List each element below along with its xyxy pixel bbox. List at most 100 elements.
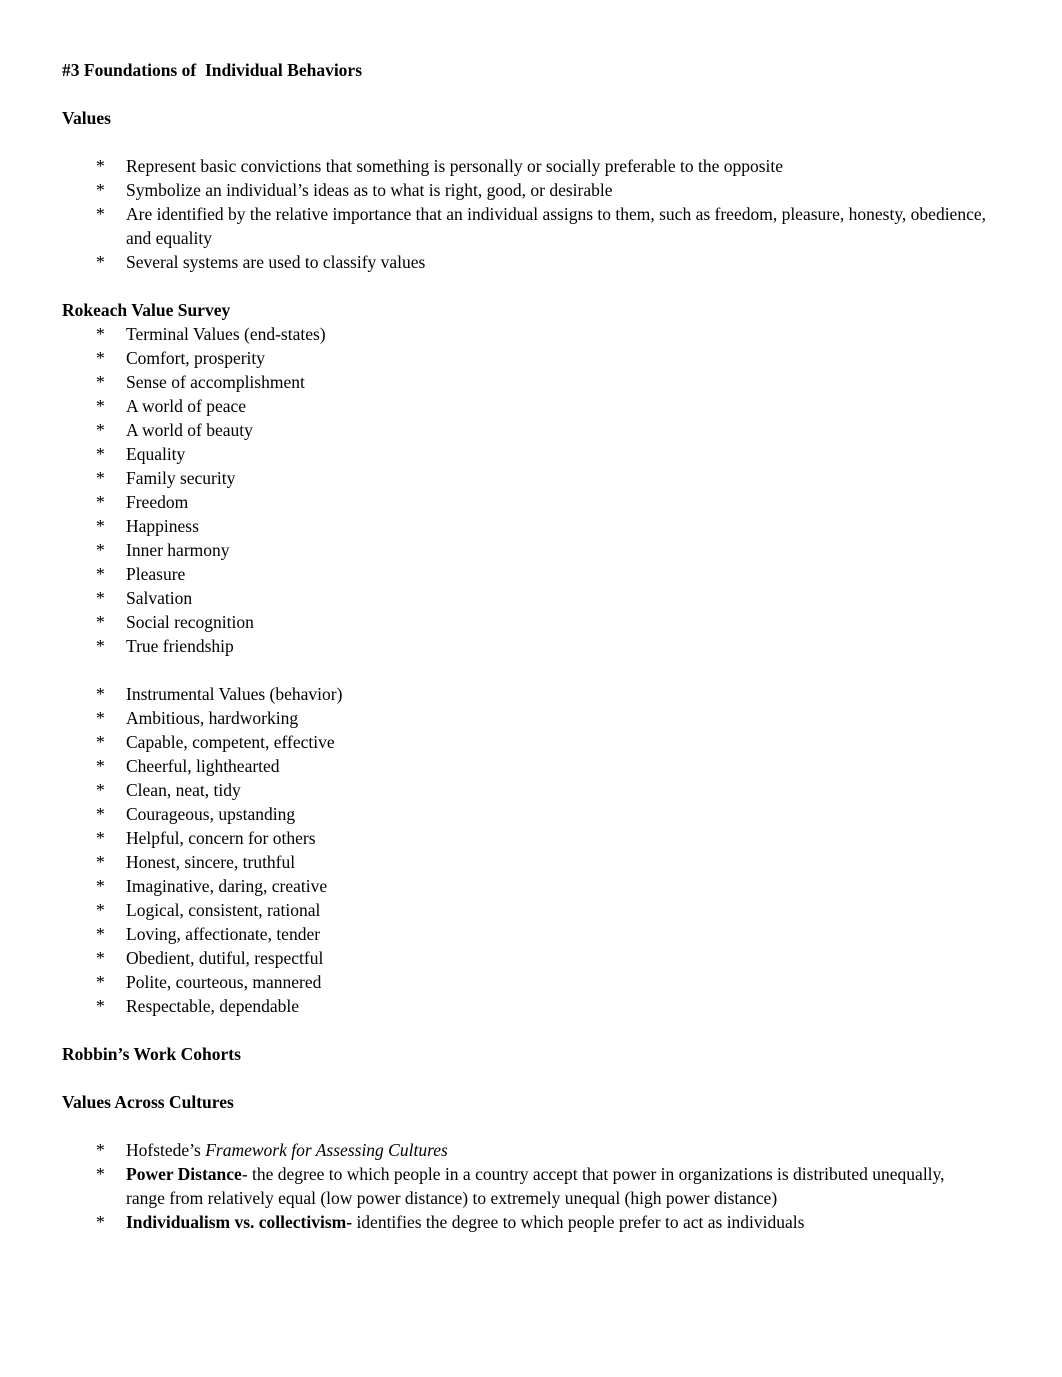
list-item-label: Salvation bbox=[126, 588, 193, 608]
list-item: * Family security bbox=[62, 466, 986, 490]
list-item: * Imaginative, daring, creative bbox=[62, 874, 986, 898]
list-item-label: Clean, neat, tidy bbox=[126, 780, 241, 800]
list-item: * Terminal Values (end-states) bbox=[62, 322, 986, 346]
list-item-label: Equality bbox=[126, 444, 186, 464]
list-item: * Comfort, prosperity bbox=[62, 346, 986, 370]
bullet-asterisk-icon: * bbox=[96, 516, 105, 536]
list-item-blank bbox=[62, 658, 986, 682]
bullet-asterisk-icon: * bbox=[96, 780, 105, 800]
list-item: * A world of beauty bbox=[62, 418, 986, 442]
list-item-label: Helpful, concern for others bbox=[126, 828, 316, 848]
list-item-text-run: Hofstede’s bbox=[126, 1140, 206, 1160]
bullet-list: * Hofstede’s Framework for Assessing Cult… bbox=[62, 1138, 986, 1234]
list-item-label: Comfort, prosperity bbox=[126, 348, 266, 368]
bullet-asterisk-icon: * bbox=[96, 756, 105, 776]
section-heading: Robbin’s Work Cohorts bbox=[62, 1044, 241, 1064]
document-body: Values * Represent basic convictions that… bbox=[62, 106, 986, 1234]
list-item: * Several systems are used to classify va… bbox=[62, 250, 986, 274]
list-item-label: Sense of accomplishment bbox=[126, 372, 305, 392]
list-item-label: Social recognition bbox=[126, 612, 254, 632]
section-heading: Values bbox=[62, 108, 111, 128]
bullet-asterisk-icon: * bbox=[96, 972, 105, 992]
bullet-list: * Represent basic convictions that someth… bbox=[62, 154, 986, 274]
bullet-asterisk-icon: * bbox=[96, 252, 105, 272]
list-item-text-run: Individualism vs. collectivism- bbox=[126, 1212, 353, 1232]
list-item: * Salvation bbox=[62, 586, 986, 610]
list-item: * Capable, competent, effective bbox=[62, 730, 986, 754]
list-item-label: True friendship bbox=[126, 636, 234, 656]
list-item-label: Inner harmony bbox=[126, 540, 230, 560]
bullet-asterisk-icon: * bbox=[96, 492, 105, 512]
list-item-label: Family security bbox=[126, 468, 236, 488]
document-page: #3 Foundations of Individual Behaviors V… bbox=[0, 0, 1062, 1377]
list-item: * Logical, consistent, rational bbox=[62, 898, 986, 922]
title-spacer bbox=[62, 82, 986, 106]
list-item-label: Terminal Values (end-states) bbox=[126, 324, 326, 344]
list-item: * Honest, sincere, truthful bbox=[62, 850, 986, 874]
list-item: * Inner harmony bbox=[62, 538, 986, 562]
list-item: * Hofstede’s Framework for Assessing Cult… bbox=[62, 1138, 986, 1162]
list-item-label: Loving, affectionate, tender bbox=[126, 924, 321, 944]
list-item: * Social recognition bbox=[62, 610, 986, 634]
list-item: * Individualism vs. collectivism- identif… bbox=[62, 1210, 986, 1234]
bullet-asterisk-icon: * bbox=[96, 540, 105, 560]
list-item-label: Symbolize an individual’s ideas as to wh… bbox=[126, 180, 613, 200]
list-item: * Freedom bbox=[62, 490, 986, 514]
bullet-asterisk-icon: * bbox=[96, 372, 105, 392]
list-item: * Polite, courteous, mannered bbox=[62, 970, 986, 994]
list-item-label: Honest, sincere, truthful bbox=[126, 852, 296, 872]
list-item: * Sense of accomplishment bbox=[62, 370, 986, 394]
list-item-text-run: - the degree to which people in a countr… bbox=[126, 1164, 945, 1208]
list-item: * Pleasure bbox=[62, 562, 986, 586]
bullet-asterisk-icon: * bbox=[96, 900, 105, 920]
list-item-text-run: identifies the degree to which people pr… bbox=[352, 1212, 805, 1232]
list-item-label: Freedom bbox=[126, 492, 189, 512]
list-item: * Ambitious, hardworking bbox=[62, 706, 986, 730]
list-item: * Equality bbox=[62, 442, 986, 466]
list-item-text-run: Framework for Assessing Cultures bbox=[205, 1140, 448, 1160]
list-item-label: Cheerful, lighthearted bbox=[126, 756, 280, 776]
bullet-asterisk-icon: * bbox=[96, 468, 105, 488]
list-item-label: Logical, consistent, rational bbox=[126, 900, 321, 920]
list-item-label: A world of beauty bbox=[126, 420, 253, 440]
bullet-asterisk-icon: * bbox=[96, 876, 105, 896]
list-item-label: Ambitious, hardworking bbox=[126, 708, 299, 728]
list-item-label: Several systems are used to classify val… bbox=[126, 252, 426, 272]
list-item: * Courageous, upstanding bbox=[62, 802, 986, 826]
list-item: * Respectable, dependable bbox=[62, 994, 986, 1018]
bullet-asterisk-icon: * bbox=[96, 732, 105, 752]
list-item-label: Pleasure bbox=[126, 564, 186, 584]
list-item-label: Happiness bbox=[126, 516, 199, 536]
bullet-asterisk-icon: * bbox=[96, 564, 105, 584]
list-item-label: Respectable, dependable bbox=[126, 996, 299, 1016]
bullet-asterisk-icon: * bbox=[96, 924, 105, 944]
bullet-asterisk-icon: * bbox=[96, 1212, 105, 1232]
list-item-label: A world of peace bbox=[126, 396, 247, 416]
list-item-label: Courageous, upstanding bbox=[126, 804, 296, 824]
bullet-asterisk-icon: * bbox=[96, 420, 105, 440]
section-heading: Rokeach Value Survey bbox=[62, 300, 231, 320]
list-item-label: Obedient, dutiful, respectful bbox=[126, 948, 324, 968]
bullet-asterisk-icon: * bbox=[96, 348, 105, 368]
bullet-asterisk-icon: * bbox=[96, 204, 105, 224]
bullet-asterisk-icon: * bbox=[96, 156, 105, 176]
list-item-label: Capable, competent, effective bbox=[126, 732, 335, 752]
bullet-asterisk-icon: * bbox=[96, 1164, 105, 1184]
list-item-text-run: Power Distance bbox=[126, 1164, 242, 1184]
list-item: * Power Distance- the degree to which peo… bbox=[62, 1162, 986, 1210]
bullet-asterisk-icon: * bbox=[96, 804, 105, 824]
list-item: * Obedient, dutiful, respectful bbox=[62, 946, 986, 970]
bullet-asterisk-icon: * bbox=[96, 708, 105, 728]
bullet-asterisk-icon: * bbox=[96, 828, 105, 848]
list-item-label: Represent basic convictions that somethi… bbox=[126, 156, 784, 176]
page-title: #3 Foundations of Individual Behaviors bbox=[62, 60, 363, 80]
list-item-label: Instrumental Values (behavior) bbox=[126, 684, 343, 704]
bullet-asterisk-icon: * bbox=[96, 180, 105, 200]
bullet-asterisk-icon: * bbox=[96, 636, 105, 656]
list-item-label: Polite, courteous, mannered bbox=[126, 972, 322, 992]
bullet-asterisk-icon: * bbox=[96, 324, 105, 344]
